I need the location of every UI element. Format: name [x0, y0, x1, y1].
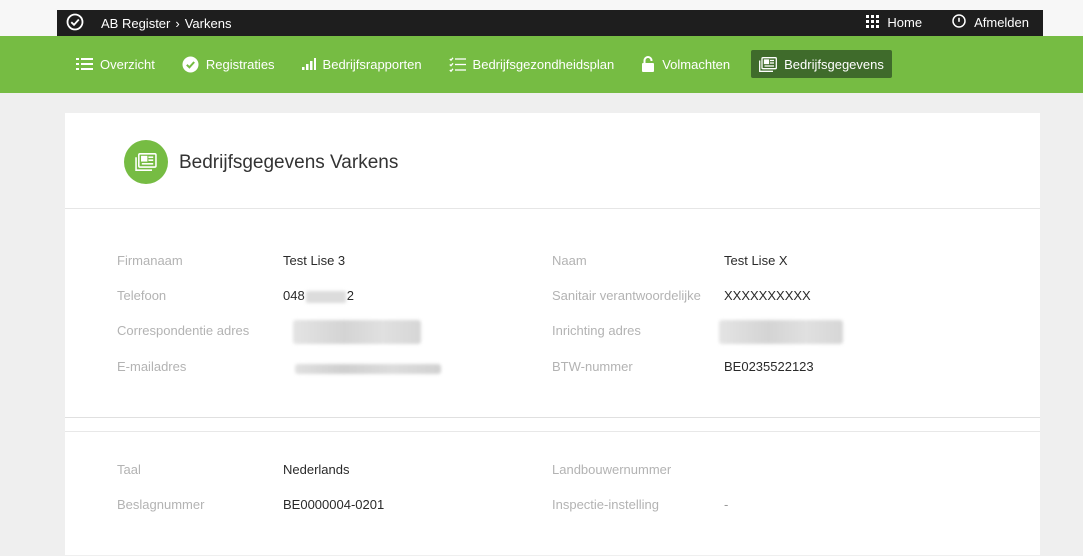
redacted-inrichting-adres [719, 320, 843, 344]
inrichting-label: Inrichting adres [552, 323, 641, 338]
nav-bedrijfsrapporten[interactable]: Bedrijfsrapporten [296, 50, 428, 78]
firmanaam-value: Test Lise 3 [283, 253, 346, 268]
naam-label: Naam [552, 253, 587, 268]
telefoon-label: Telefoon [117, 288, 167, 303]
row-adres: Correspondentie adres Inrichting adres [65, 320, 1040, 344]
nav-bedrijfsgegevens[interactable]: Bedrijfsgegevens [751, 50, 892, 78]
logout-link[interactable]: Afmelden [952, 14, 1029, 31]
row-beslag: Beslagnummer BE0000004-0201 Inspectie-in… [65, 497, 1040, 517]
inspectie-label: Inspectie-instelling [552, 497, 659, 512]
nav-overzicht[interactable]: Overzicht [70, 50, 161, 78]
btw-label: BTW-nummer [552, 359, 633, 374]
nav-label: Bedrijfsgegevens [784, 56, 884, 72]
nav-label: Volmachten [662, 56, 731, 72]
redacted-email [295, 364, 441, 374]
lock-icon [641, 56, 655, 72]
card-header: Bedrijfsgegevens Varkens [65, 113, 1040, 209]
row-taal: Taal Nederlands Landbouwernummer [65, 462, 1040, 482]
main-nav: Overzicht Registraties Bedrijfsrapporten… [0, 36, 1083, 93]
nav-label: Overzicht [100, 56, 155, 72]
company-details-section: Firmanaam Test Lise 3 Naam Test Lise X T… [65, 209, 1040, 418]
top-bar: AB Register › Varkens Home Afmelden [0, 0, 1083, 36]
nav-bedrijfsgezondheidsplan[interactable]: Bedrijfsgezondheidsplan [443, 50, 621, 78]
breadcrumb-app[interactable]: AB Register [101, 16, 170, 31]
row-firmanaam: Firmanaam Test Lise 3 Naam Test Lise X [65, 253, 1040, 273]
breadcrumb-separator: › [175, 16, 180, 31]
telefoon-suffix: 2 [346, 288, 354, 303]
sanitair-label: Sanitair verantwoordelijke [552, 288, 701, 303]
row-email: E-mailadres BTW-nummer BE0235522123 [65, 359, 1040, 379]
extra-details-section: Taal Nederlands Landbouwernummer Beslagn… [65, 431, 1040, 556]
taal-label: Taal [117, 462, 141, 477]
check-circle-icon [182, 56, 199, 73]
home-link[interactable]: Home [866, 14, 923, 31]
checklist-icon [448, 56, 466, 72]
nav-label: Bedrijfsgezondheidsplan [472, 56, 615, 72]
breadcrumb-section[interactable]: Varkens [185, 16, 232, 31]
landbouwer-label: Landbouwernummer [552, 462, 672, 477]
naam-value: Test Lise X [724, 253, 788, 268]
nav-items: Overzicht Registraties Bedrijfsrapporten… [70, 50, 907, 78]
beslag-value: BE0000004-0201 [283, 497, 385, 512]
email-label: E-mailadres [117, 359, 187, 374]
redacted-correspondentie-adres [293, 320, 421, 344]
redacted-phone [305, 290, 346, 303]
grid-icon [866, 14, 880, 31]
id-card-icon [124, 140, 168, 184]
nav-registraties[interactable]: Registraties [176, 50, 281, 78]
top-bar-inner: AB Register › Varkens Home Afmelden [57, 10, 1043, 36]
nav-label: Bedrijfsrapporten [322, 56, 422, 72]
telefoon-prefix: 048 [283, 288, 305, 303]
page-title: Bedrijfsgegevens Varkens [179, 152, 399, 173]
list-icon [76, 57, 93, 71]
details-card: Bedrijfsgegevens Varkens Firmanaam Test … [65, 113, 1040, 555]
taal-value: Nederlands [283, 462, 350, 477]
telefoon-value: 048 2 [283, 288, 354, 303]
firmanaam-label: Firmanaam [117, 253, 183, 268]
row-telefoon: Telefoon 048 2 Sanitair verantwoordelijke… [65, 288, 1040, 308]
btw-value: BE0235522123 [724, 359, 814, 374]
nav-label: Registraties [205, 56, 275, 72]
beslag-label: Beslagnummer [117, 497, 205, 512]
top-bar-actions: Home Afmelden [836, 14, 1029, 31]
home-label: Home [887, 15, 923, 30]
id-card-icon [759, 56, 778, 72]
sanitair-value: XXXXXXXXXX [724, 288, 811, 303]
nav-volmachten[interactable]: Volmachten [635, 50, 736, 78]
inspectie-value: - [724, 497, 729, 512]
logout-label: Afmelden [974, 15, 1029, 30]
bar-chart-icon [301, 58, 316, 70]
correspondentie-label: Correspondentie adres [117, 323, 250, 338]
power-icon [952, 14, 966, 31]
check-circle-logo-icon[interactable] [66, 13, 84, 31]
breadcrumb: AB Register › Varkens [101, 16, 231, 31]
